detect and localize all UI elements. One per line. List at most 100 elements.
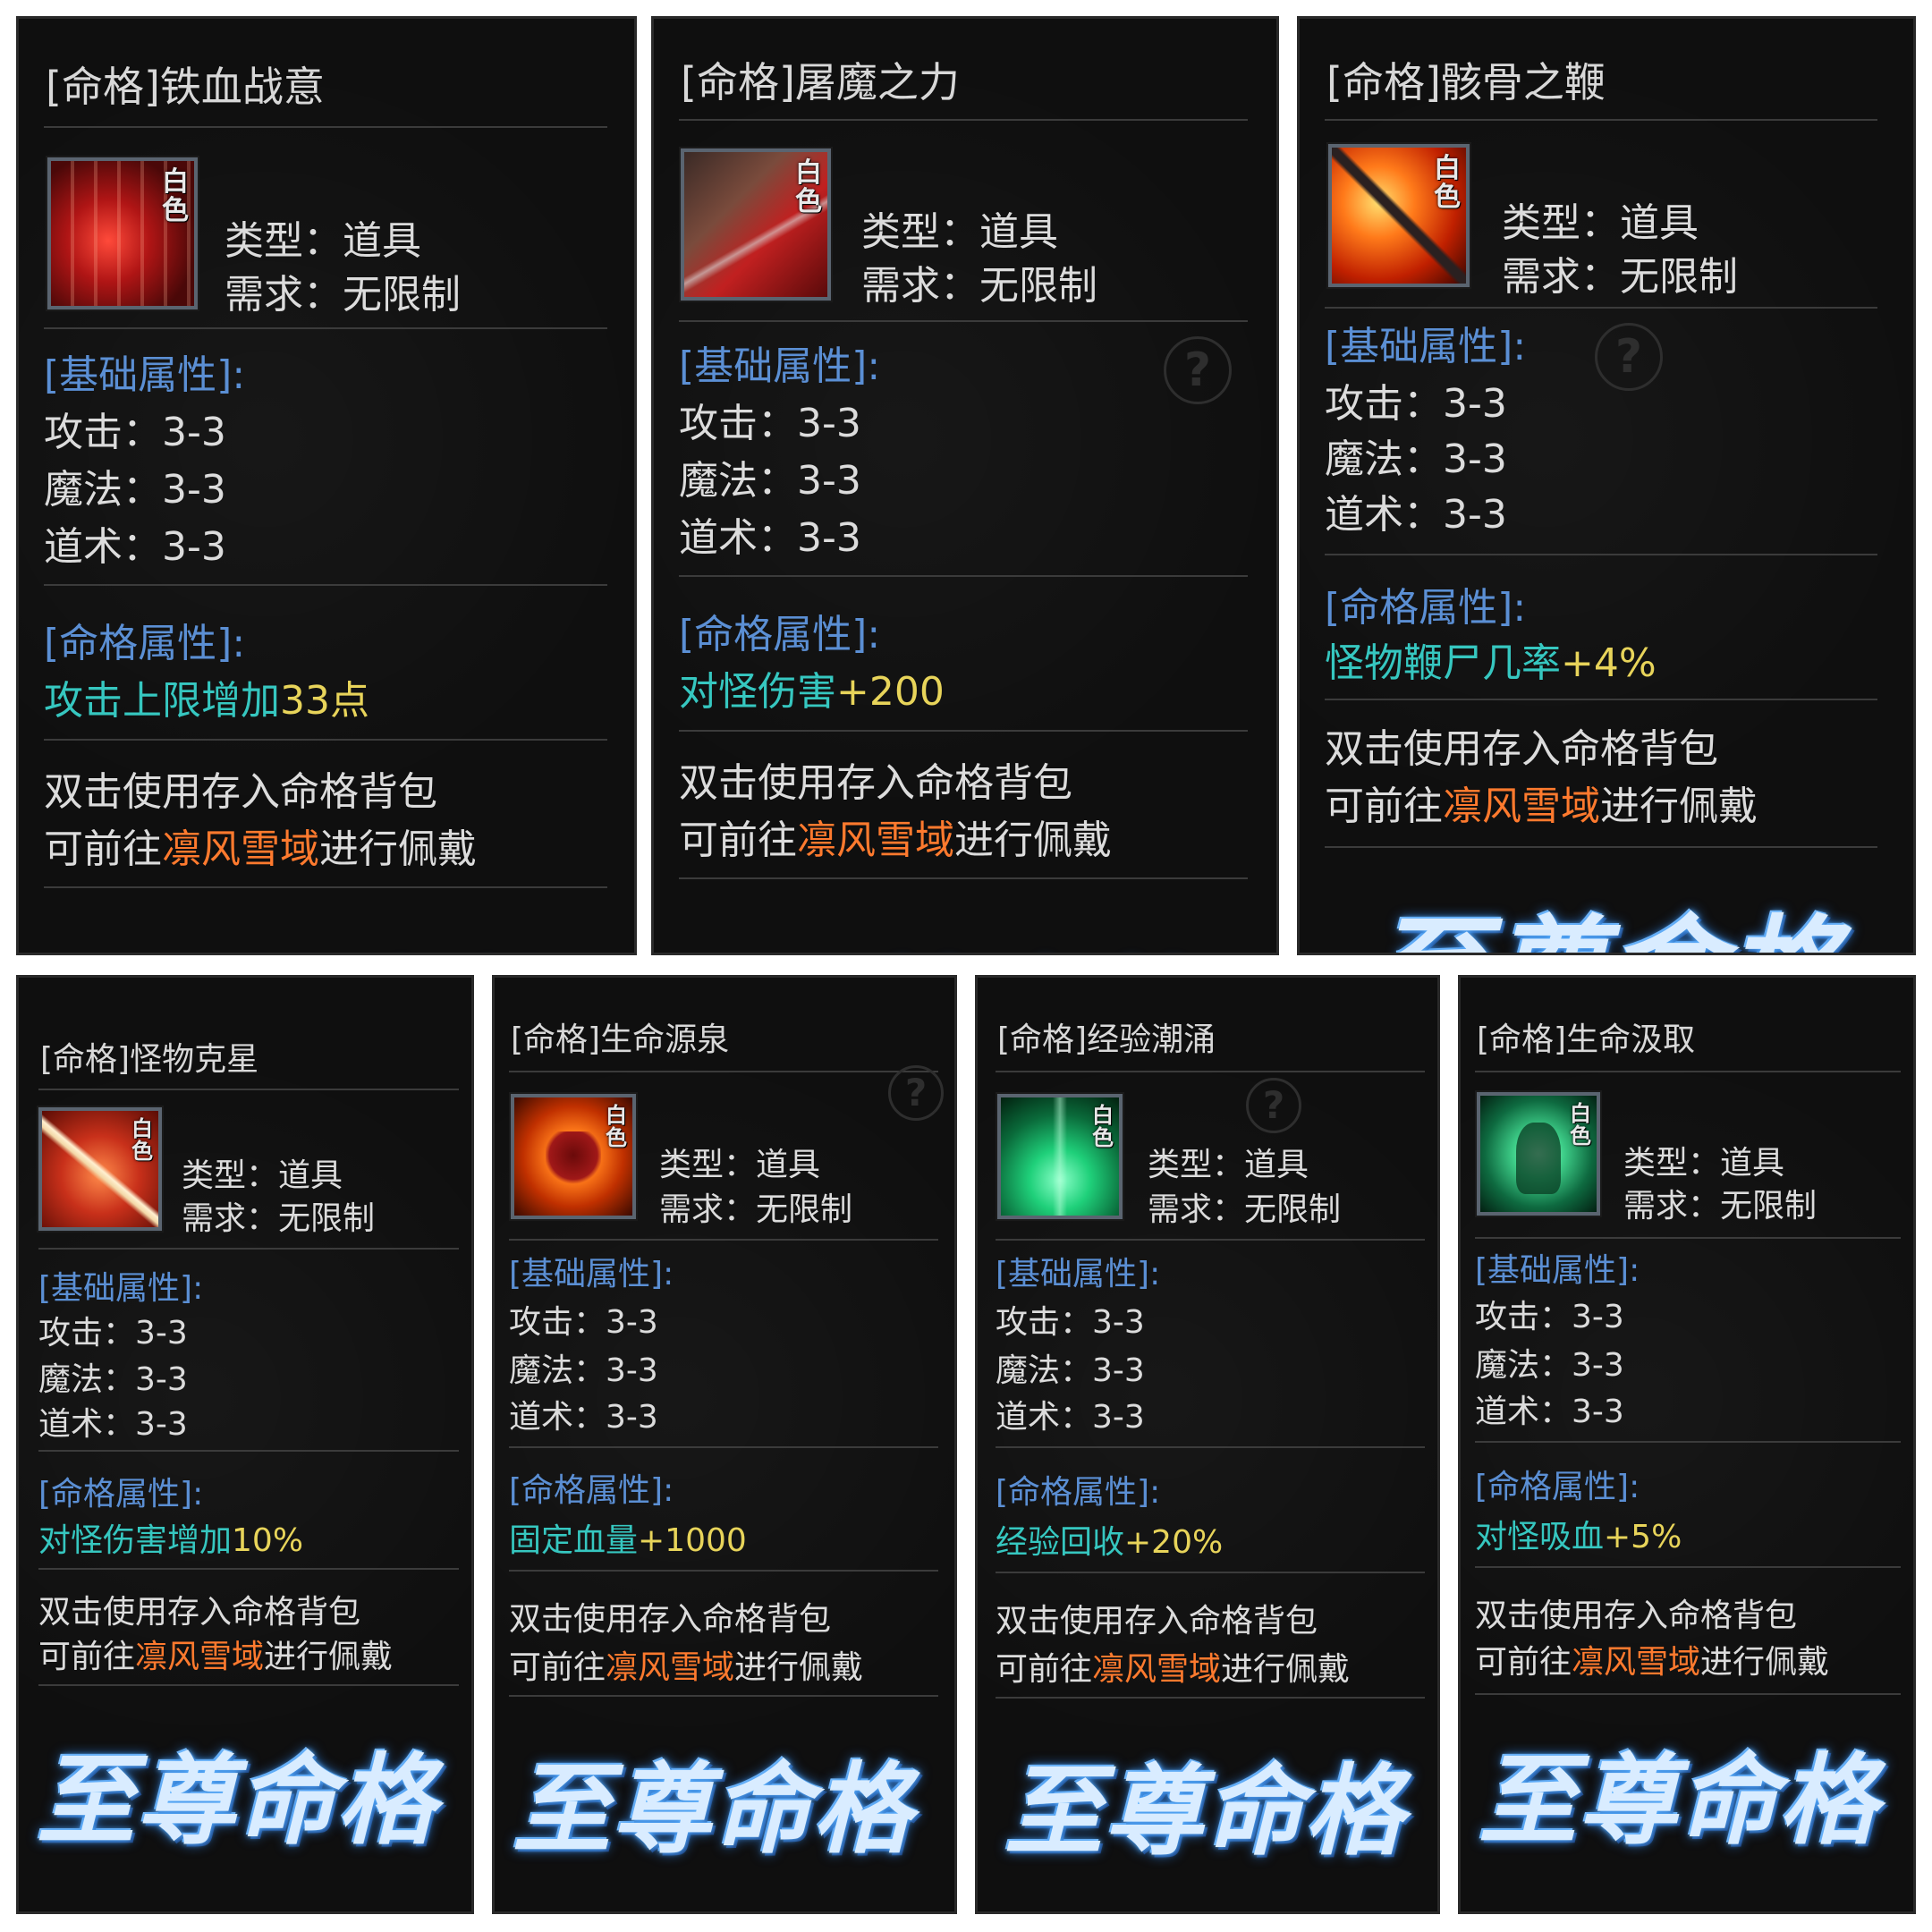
item-name: [命格]屠魔之力: [681, 58, 960, 106]
divider: [1325, 307, 1877, 309]
divider: [1475, 1237, 1901, 1239]
taoism-stat: 道术：3-3: [509, 1399, 658, 1436]
divider: [38, 1089, 459, 1090]
base-attributes-heading: [基础属性]:: [1475, 1252, 1640, 1289]
usage-hint: 双击使用存入命格背包: [1475, 1597, 1798, 1634]
item-name: [命格]生命源泉: [511, 1021, 730, 1058]
divider: [509, 1071, 938, 1072]
divider: [679, 730, 1248, 732]
item-tooltip-card: [命格]屠魔之力 白色 类型：道具 需求：无限制 ? [基础属性]: 攻击：3-…: [651, 16, 1279, 955]
quality-badge: 白色: [162, 166, 189, 226]
base-attributes-heading: [基础属性]:: [44, 352, 246, 398]
wear-location-hint: 可前往凛风雪域进行佩戴: [509, 1649, 864, 1686]
wear-location-hint: 可前往凛风雪域进行佩戴: [996, 1651, 1351, 1688]
divider: [509, 1239, 938, 1241]
item-tooltip-card: [命格]生命源泉 ? 白色 类型：道具 需求：无限制 [基础属性]: 攻击：3-…: [492, 975, 957, 1914]
magic-stat: 魔法：3-3: [509, 1352, 658, 1389]
type-label: 类型：道具: [659, 1147, 821, 1183]
wear-location-hint: 可前往凛风雪域进行佩戴: [1475, 1644, 1830, 1681]
type-label: 类型：道具: [1623, 1145, 1785, 1182]
divider: [996, 1572, 1425, 1573]
divider: [1325, 554, 1877, 555]
attack-stat: 攻击：3-3: [38, 1315, 188, 1352]
sword-slash-icon[interactable]: 白色: [38, 1107, 162, 1231]
green-fountain-icon[interactable]: 白色: [997, 1094, 1123, 1219]
requirement-label: 需求：无限制: [182, 1200, 376, 1237]
flaming-spear-icon[interactable]: 白色: [1328, 144, 1470, 287]
divider: [38, 1568, 459, 1570]
usage-hint: 双击使用存入命格背包: [509, 1601, 832, 1638]
fate-attributes-heading: [命格属性]:: [996, 1474, 1161, 1511]
help-icon[interactable]: ?: [888, 1065, 944, 1121]
fate-attributes-heading: [命格属性]:: [1325, 585, 1527, 631]
fate-attribute: 对怪伤害增加10%: [38, 1522, 304, 1559]
requirement-label: 需求：无限制: [1148, 1191, 1342, 1228]
base-attributes-heading: [基础属性]:: [38, 1270, 204, 1307]
type-label: 类型：道具: [1148, 1147, 1309, 1183]
fate-attributes-heading: [命格属性]:: [679, 612, 881, 657]
divider: [1325, 119, 1877, 121]
type-label: 类型：道具: [225, 218, 421, 264]
magic-stat: 魔法：3-3: [1475, 1347, 1624, 1384]
attack-stat: 攻击：3-3: [1475, 1299, 1624, 1335]
taoism-stat: 道术：3-3: [1325, 492, 1507, 538]
blade-warrior-icon[interactable]: 白色: [681, 148, 831, 301]
supreme-fate-banner: 至尊命格: [81, 929, 554, 953]
fate-attribute: 怪物鞭尸几率+4%: [1325, 640, 1657, 686]
quality-badge: 白色: [795, 157, 822, 217]
type-label: 类型：道具: [861, 209, 1058, 255]
red-warrior-icon[interactable]: 白色: [47, 157, 198, 309]
fate-attributes-heading: [命格属性]:: [509, 1472, 674, 1509]
fate-attributes-heading: [命格属性]:: [38, 1476, 204, 1513]
divider: [1325, 846, 1877, 848]
supreme-fate-banner: 至尊命格: [1004, 1754, 1405, 1868]
wear-location-hint: 可前往凛风雪域进行佩戴: [44, 826, 477, 872]
divider: [44, 886, 607, 888]
item-tooltip-card: [命格]骸骨之鞭 白色 类型：道具 需求：无限制 ? [基础属性]: 攻击：3-…: [1297, 16, 1916, 955]
requirement-label: 需求：无限制: [659, 1191, 853, 1228]
item-tooltip-card: [命格]铁血战意 白色 类型：道具 需求：无限制 [基础属性]: 攻击：3-3 …: [16, 16, 637, 955]
magic-stat: 魔法：3-3: [1325, 436, 1507, 482]
divider: [38, 1684, 459, 1686]
usage-hint: 双击使用存入命格背包: [679, 760, 1072, 806]
help-icon[interactable]: ?: [1246, 1078, 1301, 1133]
help-icon[interactable]: ?: [1595, 323, 1663, 391]
item-name: [命格]铁血战意: [46, 63, 325, 111]
base-attributes-heading: [基础属性]:: [996, 1256, 1161, 1292]
item-tooltip-card: [命格]经验潮涌 ? 白色 类型：道具 需求：无限制 [基础属性]: 攻击：3-…: [975, 975, 1440, 1914]
divider: [1475, 1566, 1901, 1568]
quality-badge: 白色: [1570, 1101, 1591, 1149]
base-attributes-heading: [基础属性]:: [1325, 324, 1527, 369]
item-name: [命格]经验潮涌: [997, 1021, 1216, 1058]
divider: [996, 1071, 1425, 1072]
divider: [509, 1695, 938, 1697]
divider: [679, 320, 1248, 322]
fate-attribute: 攻击上限增加33点: [44, 678, 369, 724]
divider: [44, 739, 607, 741]
quality-badge: 白色: [1434, 153, 1461, 213]
green-spirit-icon[interactable]: 白色: [1477, 1092, 1600, 1216]
help-icon[interactable]: ?: [1164, 336, 1232, 404]
divider: [509, 1446, 938, 1448]
burning-heart-icon[interactable]: 白色: [511, 1094, 636, 1219]
item-name: [命格]怪物克星: [40, 1041, 259, 1078]
divider: [44, 126, 607, 128]
wear-location-hint: 可前往凛风雪域进行佩戴: [38, 1639, 394, 1675]
supreme-fate-banner: 至尊命格: [1371, 877, 1843, 953]
wear-location-hint: 可前往凛风雪域进行佩戴: [1325, 784, 1758, 829]
divider: [679, 575, 1248, 577]
attack-stat: 攻击：3-3: [509, 1304, 658, 1341]
quality-badge: 白色: [131, 1116, 153, 1165]
divider: [1475, 1693, 1901, 1695]
supreme-fate-banner: 至尊命格: [1479, 1743, 1879, 1858]
divider: [996, 1239, 1425, 1241]
divider: [1475, 1441, 1901, 1443]
requirement-label: 需求：无限制: [1502, 254, 1738, 300]
fate-attributes-heading: [命格属性]:: [44, 621, 246, 666]
requirement-label: 需求：无限制: [1623, 1188, 1818, 1224]
item-name: [命格]生命汲取: [1477, 1021, 1696, 1058]
divider: [996, 1697, 1425, 1699]
taoism-stat: 道术：3-3: [38, 1406, 188, 1443]
requirement-label: 需求：无限制: [861, 263, 1097, 309]
divider: [38, 1248, 459, 1250]
